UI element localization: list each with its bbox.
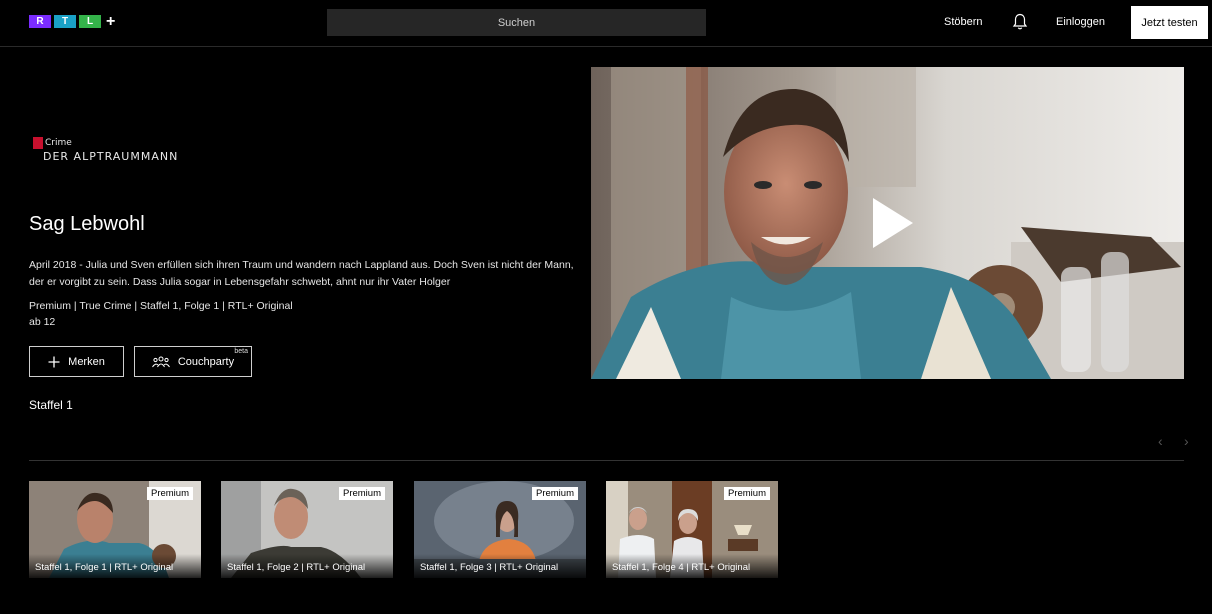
show-brand-logo: Crime DER ALPTRAUMMANN — [33, 137, 178, 163]
rtl-plus-logo[interactable]: R T L + — [29, 13, 116, 30]
episode-label: Staffel 1, Folge 3 | RTL+ Original — [420, 562, 559, 573]
top-header: R T L + Stöbern Einloggen Jetzt testen — [0, 0, 1212, 47]
group-icon — [151, 356, 170, 367]
couchparty-button-label: Couchparty — [177, 355, 235, 368]
plus-icon — [48, 356, 60, 367]
episode-card-3[interactable]: Premium Staffel 1, Folge 3 | RTL+ Origin… — [414, 481, 586, 578]
logo-plus: + — [106, 13, 116, 30]
premium-badge: Premium — [338, 487, 385, 500]
premium-badge: Premium — [146, 487, 193, 500]
episode-label: Staffel 1, Folge 4 | RTL+ Original — [612, 562, 751, 573]
search-input[interactable] — [327, 9, 706, 36]
row-divider — [29, 460, 1184, 461]
nav-browse-link[interactable]: Stöbern — [944, 16, 983, 28]
season-heading[interactable]: Staffel 1 — [29, 398, 73, 412]
premium-badge: Premium — [723, 487, 770, 500]
premium-badge: Premium — [531, 487, 578, 500]
try-now-button[interactable]: Jetzt testen — [1131, 6, 1208, 39]
brand-show-title: DER ALPTRAUMMANN — [43, 150, 179, 163]
episode-label: Staffel 1, Folge 2 | RTL+ Original — [227, 562, 366, 573]
episode-card-4[interactable]: Premium Staffel 1, Folge 4 | RTL+ Origin… — [606, 481, 778, 578]
couchparty-button[interactable]: Couchparty beta — [134, 346, 252, 377]
logo-letter-r: R — [29, 15, 51, 28]
crime-logo-icon — [33, 137, 43, 149]
episode-label: Staffel 1, Folge 1 | RTL+ Original — [35, 562, 174, 573]
login-link[interactable]: Einloggen — [1056, 16, 1105, 28]
episode-meta: Premium | True Crime | Staffel 1, Folge … — [29, 300, 293, 312]
age-rating: ab 12 — [29, 316, 56, 328]
episode-description: April 2018 - Julia und Sven erfüllen sic… — [29, 259, 574, 288]
chevron-left-icon[interactable]: ‹ — [1158, 433, 1163, 449]
bell-icon[interactable] — [1012, 13, 1028, 31]
episode-title: Sag Lebwohl — [29, 213, 145, 235]
watchlist-button[interactable]: Merken — [29, 346, 124, 377]
brand-crime-text: Crime — [45, 138, 72, 148]
episode-card-2[interactable]: Premium Staffel 1, Folge 2 | RTL+ Origin… — [221, 481, 393, 578]
logo-letter-l: L — [79, 15, 101, 28]
logo-letter-t: T — [54, 15, 76, 28]
chevron-right-icon[interactable]: › — [1184, 433, 1189, 449]
watchlist-button-label: Merken — [68, 355, 105, 368]
play-icon[interactable] — [873, 198, 913, 248]
beta-badge: beta — [234, 348, 248, 355]
episode-card-1[interactable]: Premium Staffel 1, Folge 1 | RTL+ Origin… — [29, 481, 201, 578]
